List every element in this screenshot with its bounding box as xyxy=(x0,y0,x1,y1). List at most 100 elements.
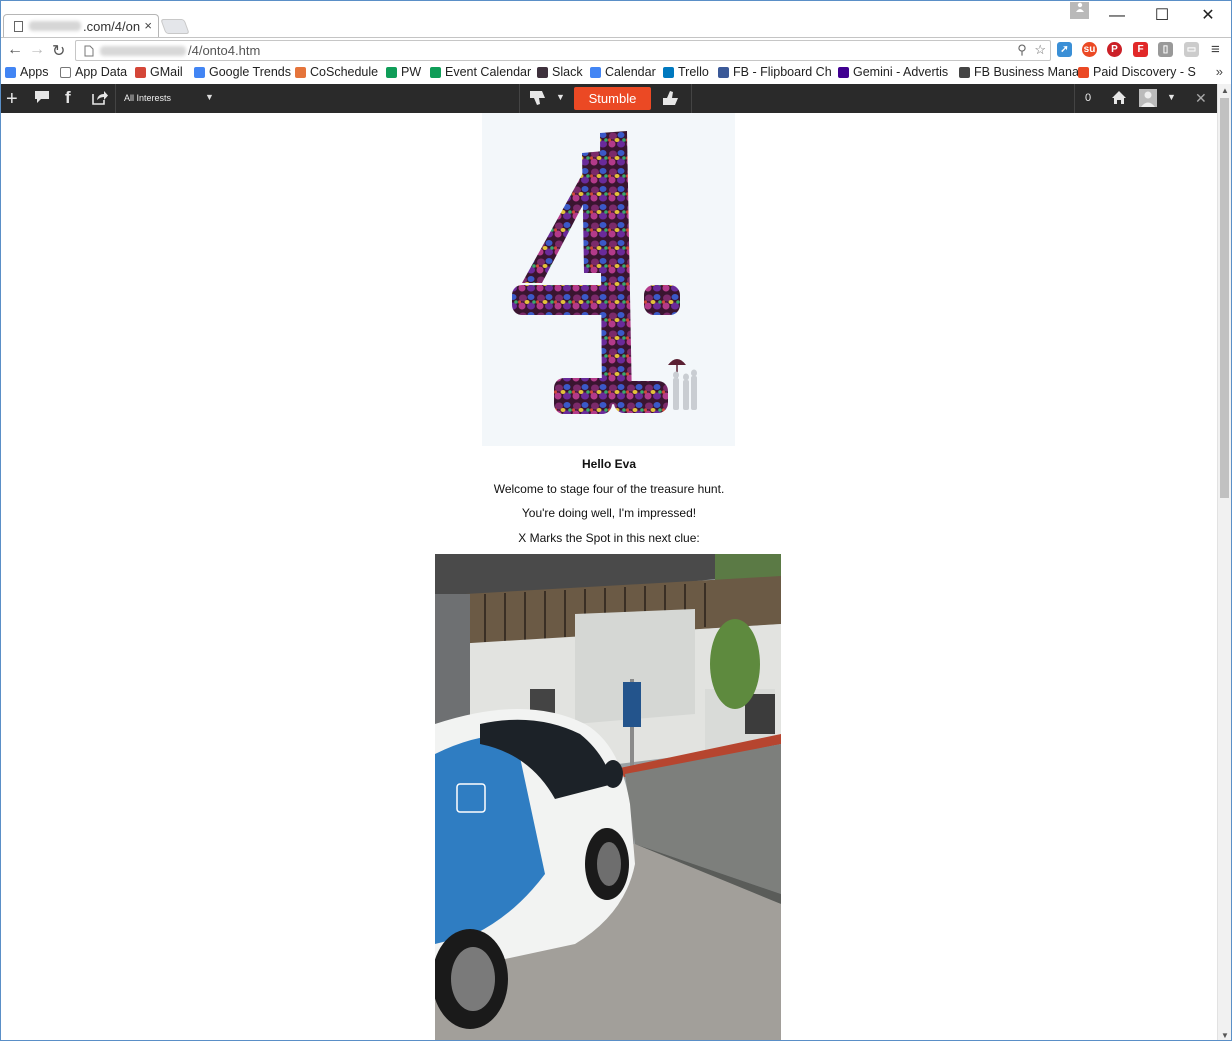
bookmark-label: Calendar xyxy=(605,65,656,79)
scrollbar-thumb[interactable] xyxy=(1220,98,1229,498)
bookmark-item[interactable]: Trello xyxy=(663,65,709,79)
bookmark-item[interactable]: Slack xyxy=(537,65,583,79)
tab-title: .com/4/on xyxy=(83,18,141,34)
bookmark-item[interactable]: FB Business Mana xyxy=(959,65,1079,79)
redacted-domain xyxy=(29,21,81,31)
tab-strip: .com/4/on × — ☐ ✕ xyxy=(1,1,1231,37)
welcome-text: Welcome to stage four of the treasure hu… xyxy=(493,482,725,496)
browser-tab[interactable]: .com/4/on × xyxy=(3,14,159,37)
maximize-button[interactable]: ☐ xyxy=(1139,3,1185,29)
close-window-button[interactable]: ✕ xyxy=(1185,3,1231,29)
bookmark-label: PW xyxy=(401,65,422,79)
chevron-down-icon[interactable]: ▼ xyxy=(1167,92,1176,102)
bookmark-label: Event Calendar xyxy=(445,65,532,79)
bookmark-item[interactable]: GMail xyxy=(135,65,183,79)
redacted-domain xyxy=(100,45,186,56)
scroll-up-icon[interactable]: ▲ xyxy=(1221,86,1229,95)
divider xyxy=(691,84,692,113)
address-bar[interactable]: /4/onto4.htm ⚲ ☆ xyxy=(75,40,1051,61)
trello-icon xyxy=(663,66,674,78)
clue-photo-parked-car xyxy=(435,554,781,1040)
bookmark-label: Trello xyxy=(678,65,709,79)
bookmark-item[interactable]: FB - Flipboard Ch xyxy=(718,65,832,79)
bookmark-label: FB - Flipboard Ch xyxy=(733,65,832,79)
minimize-button[interactable]: — xyxy=(1094,3,1140,29)
avatar[interactable] xyxy=(1139,89,1157,107)
extension-share-icon[interactable]: ➚ xyxy=(1057,42,1072,57)
sheets-icon xyxy=(430,66,441,78)
bookmark-item[interactable]: Google Trends xyxy=(194,65,291,79)
menu-icon[interactable]: ≡ xyxy=(1211,41,1220,58)
browser-toolbar: ← → ↻ /4/onto4.htm ⚲ ☆ ➚ su P F ▯ ▭ ≡ xyxy=(1,37,1231,63)
greeting-heading: Hello Eva xyxy=(581,457,637,471)
back-icon[interactable]: ← xyxy=(7,41,23,59)
scroll-down-icon[interactable]: ▼ xyxy=(1221,1031,1229,1040)
yahoo-icon xyxy=(838,66,849,78)
bookmark-label: FB Business Mana xyxy=(974,65,1079,79)
bookmarks-bar: Apps App Data GMail Google Trends CoSchedule… xyxy=(1,63,1231,84)
bookmark-item[interactable]: App Data xyxy=(60,65,127,79)
fb-business-icon xyxy=(959,66,970,78)
close-toolbar-icon[interactable]: ✕ xyxy=(1195,90,1207,107)
profile-icon[interactable] xyxy=(1070,2,1089,19)
bookmark-label: GMail xyxy=(150,65,183,79)
extension-cast-icon[interactable]: ▭ xyxy=(1184,42,1199,57)
extension-panel-icon[interactable]: ▯ xyxy=(1158,42,1173,57)
facebook-icon[interactable]: f xyxy=(65,88,71,108)
vertical-scrollbar[interactable]: ▲ ▼ xyxy=(1217,84,1231,1040)
add-icon[interactable]: + xyxy=(6,88,18,111)
bookmark-label: CoSchedule xyxy=(310,65,379,79)
notification-count[interactable]: 0 xyxy=(1085,92,1091,104)
bookmark-star-icon[interactable]: ☆ xyxy=(1034,42,1046,57)
slack-icon xyxy=(537,66,548,78)
gmail-icon xyxy=(135,66,146,78)
tab-close-icon[interactable]: × xyxy=(144,18,152,33)
comment-icon[interactable] xyxy=(34,90,50,109)
bookmark-item[interactable]: Apps xyxy=(5,65,49,79)
share-icon[interactable] xyxy=(91,90,108,110)
stumbleupon-extension-icon[interactable]: su xyxy=(1082,42,1097,57)
sheets-icon xyxy=(386,66,397,78)
pinterest-extension-icon[interactable]: P xyxy=(1107,42,1122,57)
flipboard-extension-icon[interactable]: F xyxy=(1133,42,1148,57)
bookmark-label: App Data xyxy=(75,65,128,79)
bookmarks-overflow-icon[interactable]: » xyxy=(1216,64,1223,79)
home-icon[interactable] xyxy=(1111,90,1127,110)
bookmark-item[interactable]: Paid Discovery - S xyxy=(1078,65,1196,79)
bookmark-item[interactable]: Calendar xyxy=(590,65,656,79)
bookmark-item[interactable]: CoSchedule xyxy=(295,65,378,79)
browser-window: .com/4/on × — ☐ ✕ ← → ↻ /4/onto4.htm ⚲ ☆… xyxy=(0,0,1232,1041)
person-icon xyxy=(1075,2,1084,12)
clue-intro-text: X Marks the Spot in this next clue: xyxy=(518,531,700,545)
stumble-button[interactable]: Stumble xyxy=(574,87,651,110)
bookmark-label: Slack xyxy=(552,65,583,79)
bookmark-label: Apps xyxy=(20,65,49,79)
page-content: Hello Eva Welcome to stage four of the t… xyxy=(1,113,1217,1040)
thumbs-down-icon[interactable] xyxy=(529,90,546,111)
interests-dropdown[interactable]: All Interests xyxy=(124,93,171,103)
omnibox-actions: ⚲ ☆ xyxy=(1017,42,1046,58)
divider xyxy=(115,84,116,113)
page-icon xyxy=(60,66,71,78)
forward-icon[interactable]: → xyxy=(29,41,45,59)
bookmark-item[interactable]: Gemini - Advertis xyxy=(838,65,948,79)
stumbleupon-icon xyxy=(1078,66,1089,78)
chevron-down-icon[interactable]: ▼ xyxy=(556,92,565,102)
apps-grid-icon xyxy=(5,66,16,78)
calendar-icon xyxy=(590,66,601,78)
thumbs-up-icon[interactable] xyxy=(662,90,679,111)
bookmark-item[interactable]: Event Calendar xyxy=(430,65,531,79)
divider xyxy=(1074,84,1075,113)
encouragement-text: You're doing well, I'm impressed! xyxy=(521,506,697,520)
stumbleupon-toolbar: + f All Interests ▼ ▼ Stumble 0 ▼ ✕ xyxy=(1,84,1217,113)
new-tab-button[interactable] xyxy=(160,19,190,34)
reload-icon[interactable]: ↻ xyxy=(52,41,65,61)
chevron-down-icon[interactable]: ▼ xyxy=(205,92,214,102)
google-icon xyxy=(194,66,205,78)
zoom-icon[interactable]: ⚲ xyxy=(1017,42,1027,57)
url-text: /4/onto4.htm xyxy=(188,43,261,58)
divider xyxy=(519,84,520,113)
bookmark-label: Google Trends xyxy=(209,65,291,79)
bookmark-item[interactable]: PW xyxy=(386,65,421,79)
bookmark-label: Gemini - Advertis xyxy=(853,65,949,79)
